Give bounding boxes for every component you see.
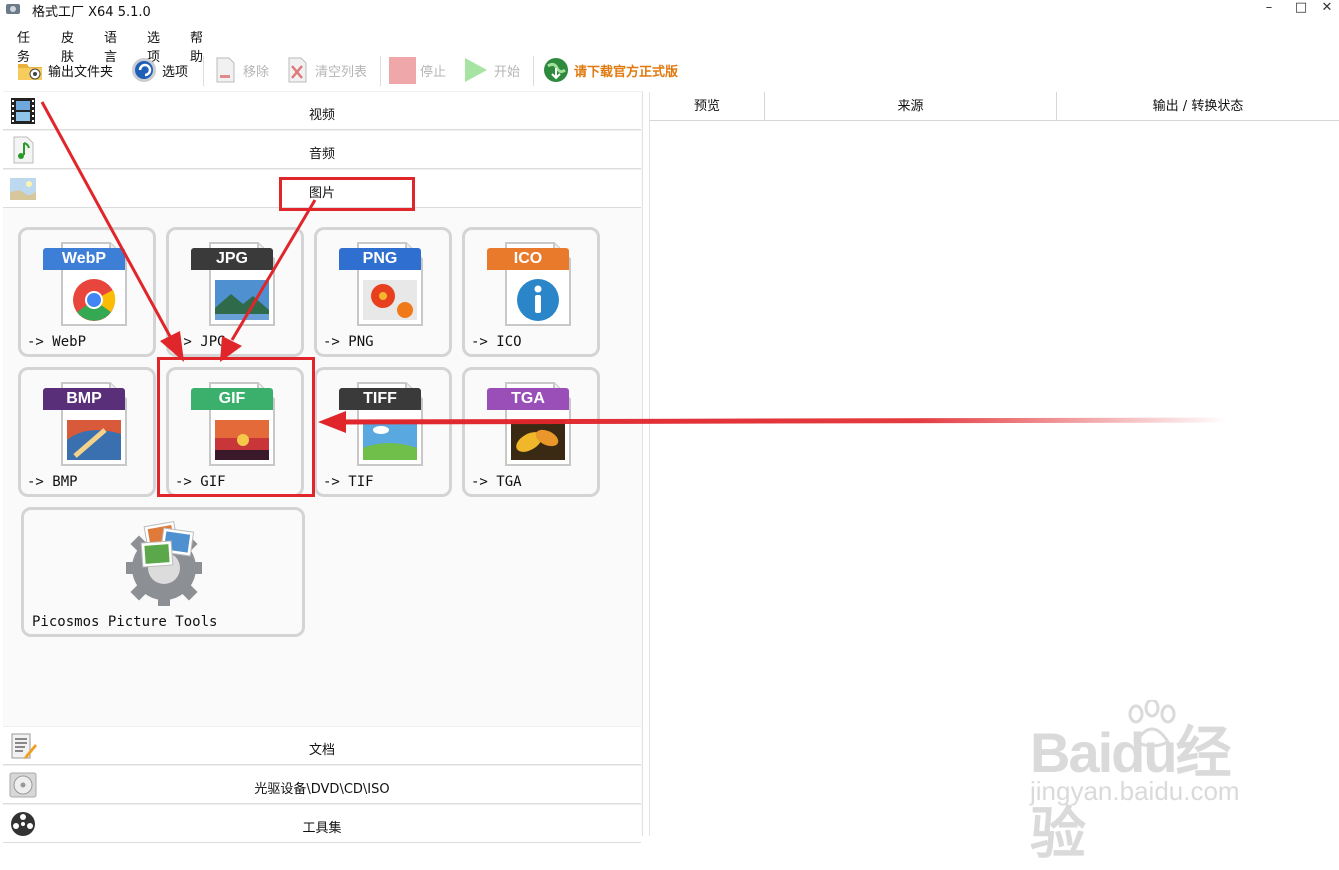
category-video[interactable]: 视频 bbox=[3, 91, 641, 130]
webp-label: -> WebP bbox=[27, 334, 87, 350]
watermark-url: jingyan.baidu.com bbox=[1030, 776, 1240, 806]
leaves-photo-icon bbox=[511, 420, 565, 460]
category-audio-label: 音频 bbox=[308, 147, 335, 162]
toolbar-separator bbox=[533, 56, 534, 86]
stop-label: 停止 bbox=[420, 64, 447, 80]
webp-badge: WebP bbox=[43, 248, 125, 270]
format-bmp-button[interactable]: BMP -> BMP bbox=[18, 367, 156, 497]
jpg-badge: JPG bbox=[191, 248, 273, 270]
format-png-button[interactable]: PNG -> PNG bbox=[314, 227, 452, 357]
stop-button[interactable]: 停止 bbox=[388, 52, 446, 88]
format-tga-button[interactable]: TGA -> TGA bbox=[462, 367, 600, 497]
tga-label: -> TGA bbox=[471, 474, 522, 490]
format-ico-button[interactable]: ICO -> ICO bbox=[462, 227, 600, 357]
baidu-jingyan-watermark: Baidu经验 jingyan.baidu.com bbox=[1030, 700, 1270, 865]
folder-icon bbox=[18, 64, 42, 80]
category-toolbox-label: 工具集 bbox=[302, 821, 342, 836]
ico-badge: ICO bbox=[487, 248, 569, 270]
bmp-badge: BMP bbox=[43, 388, 125, 410]
png-label: -> PNG bbox=[323, 334, 374, 350]
picture-tools-gear-icon bbox=[126, 520, 202, 606]
download-official-button[interactable]: 请下载官方正式版 bbox=[542, 52, 678, 88]
close-button[interactable]: ✕ bbox=[1312, 0, 1339, 18]
remove-label: 移除 bbox=[243, 64, 270, 80]
start-label: 开始 bbox=[494, 64, 521, 80]
format-factory-app-icon bbox=[6, 4, 20, 14]
highlight-gif-format bbox=[157, 357, 315, 497]
tiff-label: -> TIF bbox=[323, 474, 374, 490]
title-bar: 格式工厂 X64 5.1.0 – □ ✕ bbox=[0, 0, 1339, 22]
output-folder-button[interactable]: 输出文件夹 bbox=[16, 52, 113, 88]
picture-tools-label: Picosmos Picture Tools bbox=[32, 614, 218, 630]
start-button[interactable]: 开始 bbox=[462, 52, 520, 88]
category-disc[interactable]: 光驱设备\DVD\CD\ISO bbox=[3, 765, 641, 804]
toolbar: 输出文件夹 选项 移除 清空列表 停止 开始 请下载官方正式版 bbox=[0, 52, 1339, 90]
jpg-label: -> JPG bbox=[175, 334, 226, 350]
flower-photo-icon bbox=[363, 280, 417, 320]
format-webp-button[interactable]: WebP -> WebP bbox=[18, 227, 156, 357]
ico-label: -> ICO bbox=[471, 334, 522, 350]
category-document[interactable]: 文档 bbox=[3, 726, 641, 765]
clear-list-icon bbox=[288, 57, 307, 83]
paint-brush-icon bbox=[67, 420, 121, 460]
globe-download-icon bbox=[544, 58, 568, 82]
bmp-label: -> BMP bbox=[27, 474, 78, 490]
options-label: 选项 bbox=[162, 64, 189, 80]
category-audio[interactable]: 音频 bbox=[3, 130, 641, 169]
category-toolbox[interactable]: 工具集 bbox=[3, 804, 641, 843]
picosmos-picture-tools-button[interactable]: Picosmos Picture Tools bbox=[21, 507, 305, 637]
png-badge: PNG bbox=[339, 248, 421, 270]
output-folder-label: 输出文件夹 bbox=[48, 64, 114, 80]
column-preview[interactable]: 预览 bbox=[650, 92, 765, 121]
minimize-button[interactable]: – bbox=[1254, 0, 1284, 18]
remove-button[interactable]: 移除 bbox=[211, 52, 269, 88]
clear-list-button[interactable]: 清空列表 bbox=[283, 52, 367, 88]
stop-icon bbox=[389, 57, 416, 84]
tga-badge: TGA bbox=[487, 388, 569, 410]
info-icon bbox=[517, 279, 559, 321]
category-video-label: 视频 bbox=[308, 108, 335, 123]
window-title: 格式工厂 X64 5.1.0 bbox=[32, 5, 151, 20]
options-button[interactable]: 选项 bbox=[130, 52, 188, 88]
download-label: 请下载官方正式版 bbox=[574, 64, 679, 80]
play-icon bbox=[465, 58, 487, 82]
toolbar-separator bbox=[203, 56, 204, 86]
tiff-badge: TIFF bbox=[339, 388, 421, 410]
highlight-picture-category bbox=[279, 177, 415, 211]
clear-list-label: 清空列表 bbox=[315, 64, 368, 80]
options-gear-icon bbox=[132, 58, 156, 82]
column-output-status[interactable]: 输出 / 转换状态 bbox=[1057, 92, 1339, 121]
field-photo-icon bbox=[363, 420, 417, 460]
category-document-label: 文档 bbox=[308, 743, 335, 758]
column-source[interactable]: 来源 bbox=[765, 92, 1057, 121]
toolbar-separator bbox=[380, 56, 381, 86]
format-jpg-button[interactable]: JPG -> JPG bbox=[166, 227, 304, 357]
chrome-icon bbox=[73, 279, 116, 321]
remove-doc-icon bbox=[216, 57, 235, 83]
category-disc-label: 光驱设备\DVD\CD\ISO bbox=[254, 782, 390, 797]
format-tiff-button[interactable]: TIFF -> TIF bbox=[314, 367, 452, 497]
mountain-photo-icon bbox=[215, 280, 269, 320]
